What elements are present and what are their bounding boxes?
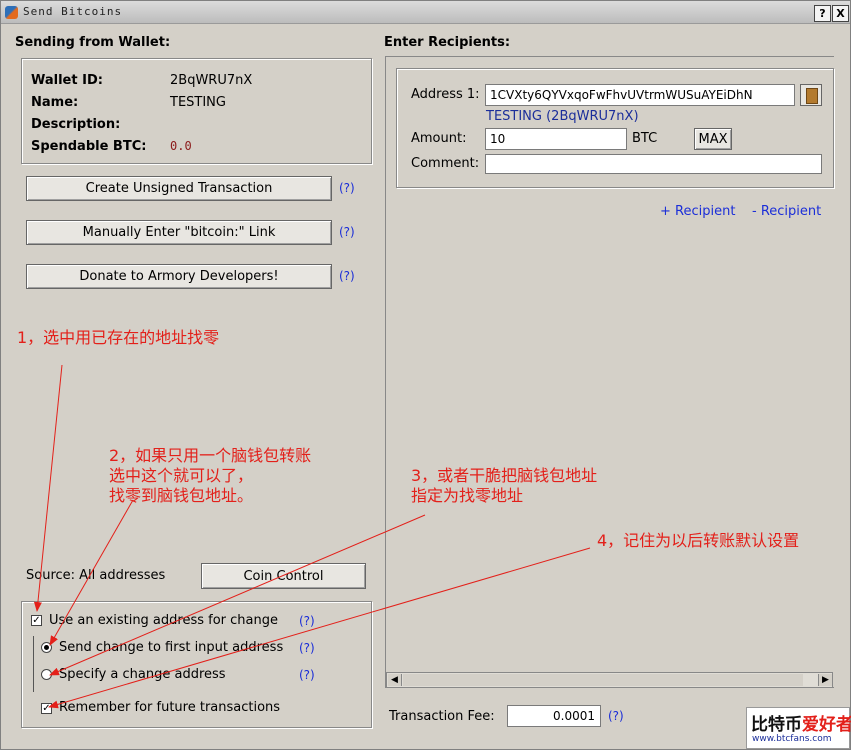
annotation-arrows	[33, 364, 591, 709]
watermark-url: www.btcfans.com	[752, 734, 832, 744]
watermark-title: 比特币爱好者	[751, 715, 851, 735]
arrow-3	[49, 514, 426, 676]
arrow-2	[49, 499, 134, 646]
btcfans-watermark: 比特币爱好者 www.btcfans.com	[746, 707, 851, 749]
arrow-4	[48, 547, 591, 709]
arrow-1	[33, 364, 63, 612]
